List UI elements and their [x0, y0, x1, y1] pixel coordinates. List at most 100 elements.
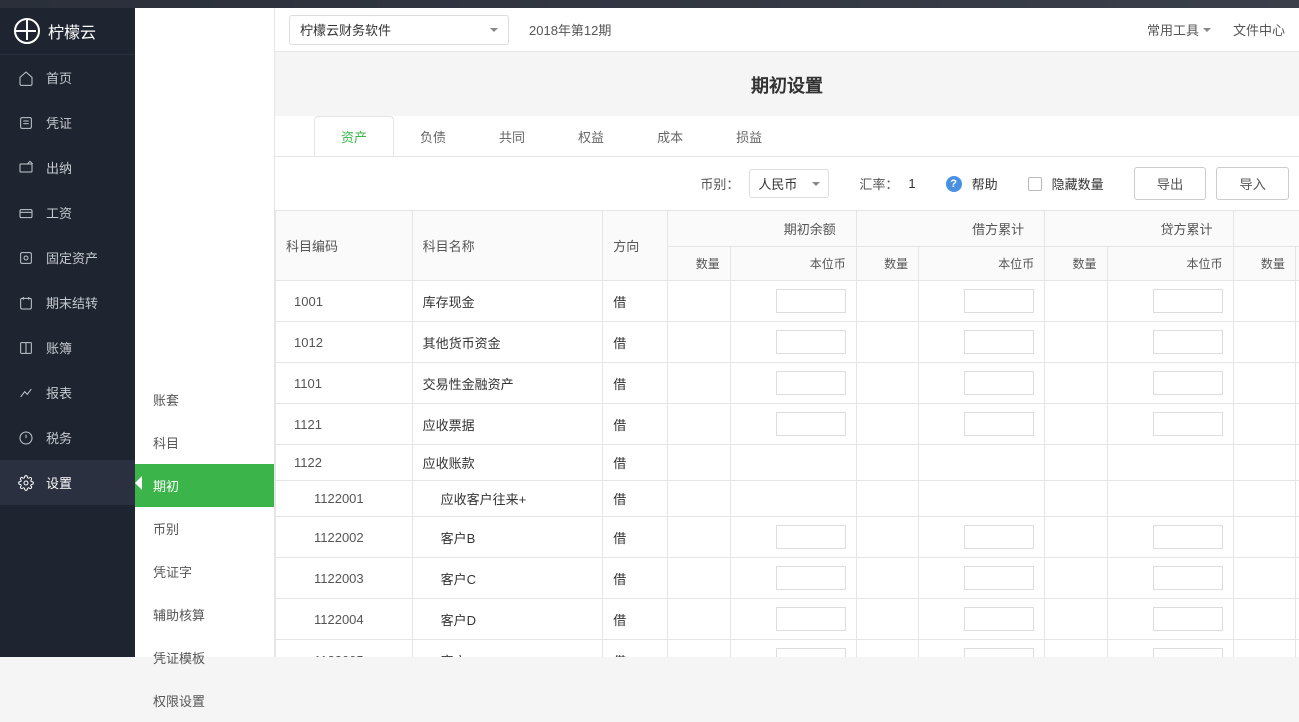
main: 柠檬云财务软件 2018年第12期 常用工具 文件中心 期初设置 资产负债共同权… [275, 8, 1299, 657]
nav-item-salary[interactable]: 工资 [0, 190, 135, 235]
nav-item-report[interactable]: 报表 [0, 370, 135, 415]
company-select[interactable]: 柠檬云财务软件 [289, 15, 509, 45]
amount-input[interactable] [776, 330, 846, 354]
cell-name: 客户C [412, 558, 603, 599]
submenu-item[interactable]: 币别 [135, 507, 274, 550]
nav-item-tax[interactable]: 税务 [0, 415, 135, 460]
cell-qty [668, 481, 730, 517]
settings-icon [18, 475, 34, 491]
cell-qty [668, 404, 730, 445]
file-center-link[interactable]: 文件中心 [1233, 20, 1285, 39]
amount-input[interactable] [964, 566, 1034, 590]
hide-qty-checkbox[interactable] [1028, 177, 1042, 191]
export-button[interactable]: 导出 [1134, 167, 1207, 200]
cell-qty [668, 640, 730, 658]
cell-base [919, 599, 1045, 640]
cell-qty [1045, 404, 1107, 445]
home-icon [18, 70, 34, 86]
common-tools-link[interactable]: 常用工具 [1147, 20, 1211, 39]
submenu-item[interactable]: 期初 [135, 464, 274, 507]
nav-item-asset[interactable]: 固定资产 [0, 235, 135, 280]
amount-input[interactable] [1153, 289, 1223, 313]
amount-input[interactable] [776, 525, 846, 549]
cell-base [919, 363, 1045, 404]
amount-input[interactable] [1153, 648, 1223, 657]
cell-code: 1122005 [276, 640, 413, 658]
table-row: 1001库存现金借 [276, 281, 1299, 322]
cell-qty [668, 281, 730, 322]
tab[interactable]: 成本 [630, 116, 710, 156]
amount-input[interactable] [1153, 412, 1223, 436]
cell-qty [1045, 322, 1107, 363]
nav-item-settings[interactable]: 设置 [0, 460, 135, 505]
cell-base [1107, 599, 1233, 640]
submenu-item[interactable]: 凭证模板 [135, 636, 274, 679]
cell-base [730, 517, 856, 558]
amount-input[interactable] [964, 371, 1034, 395]
amount-input[interactable] [776, 566, 846, 590]
cell-base [919, 558, 1045, 599]
tab[interactable]: 共同 [472, 116, 552, 156]
cell-qty [1233, 481, 1295, 517]
nav-item-home[interactable]: 首页 [0, 55, 135, 100]
submenu-item[interactable]: 科目 [135, 421, 274, 464]
amount-input[interactable] [1153, 607, 1223, 631]
cell-qty [1233, 281, 1295, 322]
amount-input[interactable] [964, 289, 1034, 313]
amount-input[interactable] [964, 648, 1034, 657]
tab[interactable]: 权益 [551, 116, 631, 156]
cell-code: 1122004 [276, 599, 413, 640]
nav-label: 工资 [46, 203, 72, 222]
amount-input[interactable] [776, 648, 846, 657]
amount-input[interactable] [964, 525, 1034, 549]
nav-item-voucher[interactable]: 凭证 [0, 100, 135, 145]
amount-input[interactable] [1153, 525, 1223, 549]
table-row: 1121应收票据借 [276, 404, 1299, 445]
cell-qty [856, 445, 918, 481]
tab[interactable]: 资产 [314, 116, 394, 156]
logo: 柠檬云 [0, 8, 135, 55]
cell-base [1295, 599, 1299, 640]
tab[interactable]: 负债 [393, 116, 473, 156]
cell-code: 1101 [276, 363, 413, 404]
nav-item-close[interactable]: 期末结转 [0, 280, 135, 325]
currency-select[interactable]: 人民币 [749, 169, 829, 198]
submenu-item[interactable]: 账套 [135, 378, 274, 421]
cell-base [1295, 404, 1299, 445]
amount-input[interactable] [776, 607, 846, 631]
submenu-item[interactable]: 辅助核算 [135, 593, 274, 636]
amount-input[interactable] [776, 371, 846, 395]
help-icon[interactable]: ? [946, 176, 962, 192]
nav-item-cash[interactable]: 出纳 [0, 145, 135, 190]
cell-qty [1233, 445, 1295, 481]
cell-direction: 借 [603, 517, 668, 558]
cell-base [1107, 445, 1233, 481]
cell-base [1107, 481, 1233, 517]
company-name: 柠檬云财务软件 [300, 20, 391, 39]
cell-code: 1122002 [276, 517, 413, 558]
cell-direction: 借 [603, 481, 668, 517]
cell-name: 应收账款 [412, 445, 603, 481]
amount-input[interactable] [776, 412, 846, 436]
amount-input[interactable] [964, 330, 1034, 354]
submenu-item[interactable]: 权限设置 [135, 679, 274, 722]
cell-qty [856, 281, 918, 322]
cell-qty [1233, 599, 1295, 640]
cell-code: 1122 [276, 445, 413, 481]
cell-base [1107, 640, 1233, 658]
tab[interactable]: 损益 [709, 116, 789, 156]
amount-input[interactable] [964, 607, 1034, 631]
cell-base [730, 599, 856, 640]
cell-base [919, 481, 1045, 517]
import-button[interactable]: 导入 [1216, 167, 1289, 200]
amount-input[interactable] [1153, 371, 1223, 395]
amount-input[interactable] [1153, 566, 1223, 590]
amount-input[interactable] [1153, 330, 1223, 354]
col-debit-acc: 借方累计 [856, 211, 1044, 247]
amount-input[interactable] [964, 412, 1034, 436]
cell-base [919, 640, 1045, 658]
nav-item-book[interactable]: 账簿 [0, 325, 135, 370]
table-row: 1122004客户D借 [276, 599, 1299, 640]
amount-input[interactable] [776, 289, 846, 313]
submenu-item[interactable]: 凭证字 [135, 550, 274, 593]
